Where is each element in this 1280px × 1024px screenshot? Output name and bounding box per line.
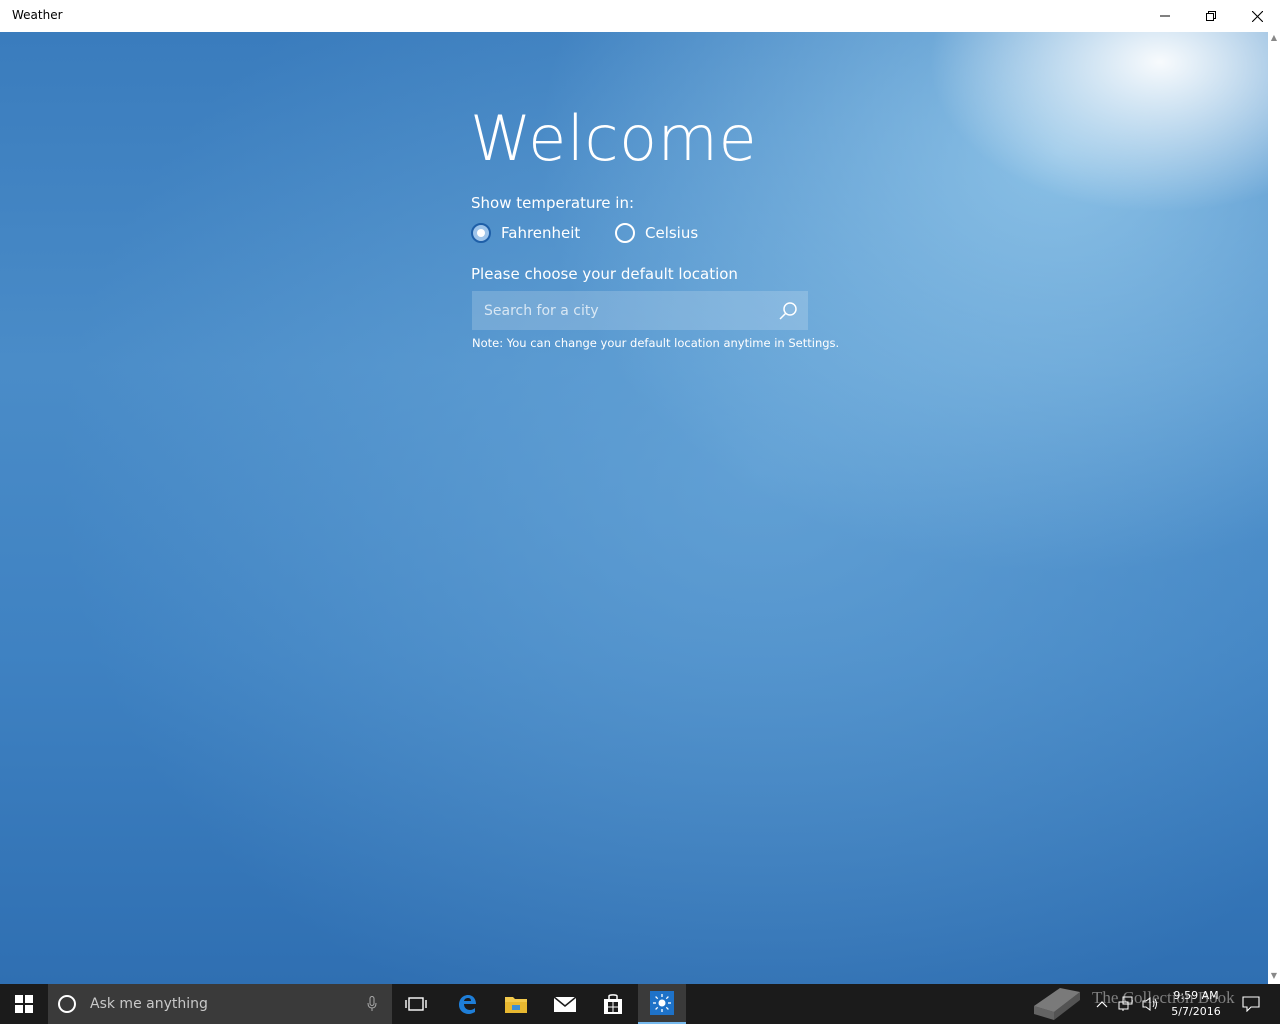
clock-date: 5/7/2016 [1171,1005,1221,1018]
cortana-search-box[interactable]: Ask me anything [48,984,392,1024]
task-view-icon [405,997,427,1011]
title-bar: Weather [0,0,1280,32]
cortana-placeholder: Ask me anything [90,996,208,1012]
city-search-input[interactable] [472,291,768,330]
volume-button[interactable] [1142,984,1160,1024]
network-button[interactable] [1118,984,1134,1024]
fahrenheit-radio[interactable]: Fahrenheit [471,222,580,244]
clock-time: 9:59 AM [1173,989,1219,1002]
close-icon [1251,10,1263,22]
celsius-radio[interactable]: Celsius [615,222,698,244]
store-button[interactable] [589,984,637,1024]
taskbar: Ask me anything The Collection Book 9:59… [0,984,1280,1024]
start-button[interactable] [0,984,48,1024]
edge-button[interactable] [443,984,491,1024]
watermark-book-icon [1034,988,1080,1020]
minimize-icon [1160,15,1170,17]
weather-welcome-page: Welcome Show temperature in: Fahrenheit … [0,32,1268,984]
cortana-icon [58,995,76,1013]
city-search-box [472,291,808,330]
task-view-button[interactable] [392,984,440,1024]
search-icon [779,301,797,320]
celsius-label: Celsius [645,224,699,242]
location-prompt: Please choose your default location [471,265,738,283]
welcome-heading: Welcome [470,102,758,175]
notification-icon [1242,996,1260,1012]
restore-icon [1206,11,1216,21]
restore-button[interactable] [1188,0,1234,32]
search-button[interactable] [768,291,808,330]
mail-icon [553,996,577,1012]
store-icon [604,994,622,1014]
weather-sun-icon [650,991,674,1015]
close-button[interactable] [1234,0,1280,32]
system-clock[interactable]: 9:59 AM 5/7/2016 [1170,988,1222,1020]
window-title: Weather [12,8,63,22]
mail-button[interactable] [541,984,589,1024]
temperature-prompt: Show temperature in: [471,194,635,212]
tray-overflow-button[interactable] [1096,984,1108,1024]
scroll-up-icon[interactable]: ▲ [1270,34,1278,42]
settings-note: Note: You can change your default locati… [472,336,840,350]
scroll-down-icon[interactable]: ▼ [1270,972,1278,980]
minimize-button[interactable] [1142,0,1188,32]
file-explorer-button[interactable] [492,984,540,1024]
microphone-icon[interactable] [352,996,392,1012]
vertical-scrollbar[interactable]: ▲ ▼ [1268,32,1280,984]
action-center-button[interactable] [1242,984,1260,1024]
chevron-up-icon [1096,1001,1108,1008]
radio-selected-icon [471,223,491,243]
network-icon [1118,996,1133,1011]
volume-icon [1142,997,1157,1011]
fahrenheit-label: Fahrenheit [501,224,581,242]
folder-icon [505,997,527,1013]
radio-unselected-icon [615,223,635,243]
weather-app-button[interactable] [638,984,686,1024]
edge-icon [459,995,476,1014]
windows-logo-icon [15,995,33,1013]
